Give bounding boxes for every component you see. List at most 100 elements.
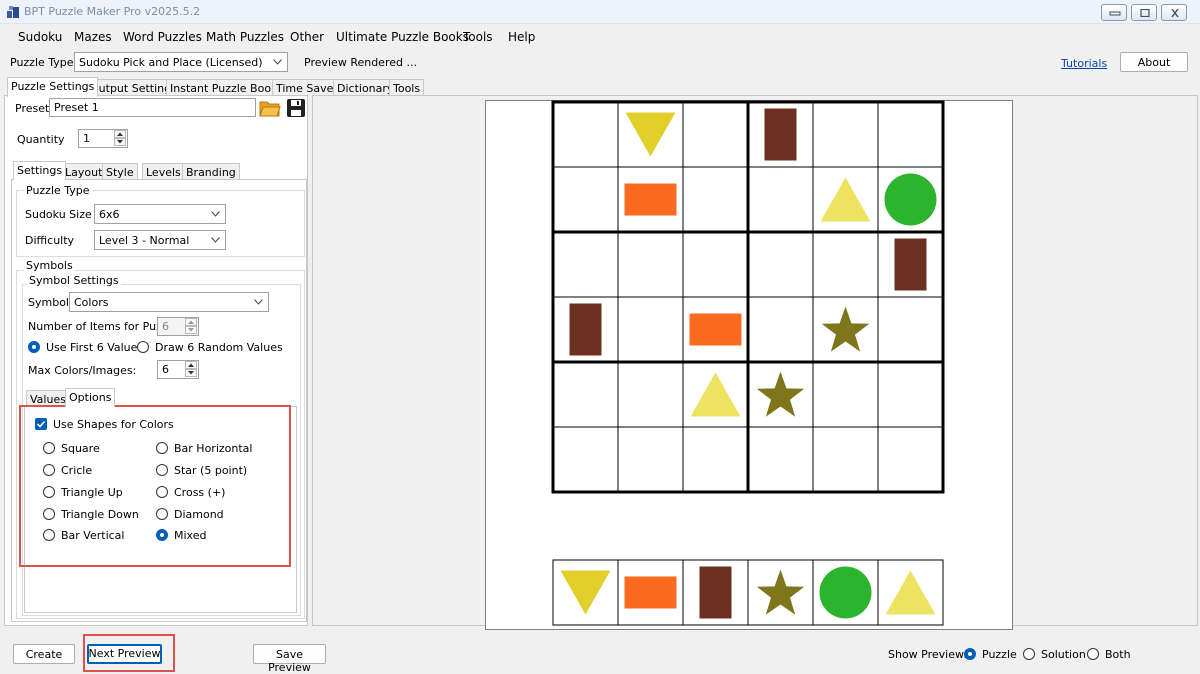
show-both-radio[interactable] bbox=[1087, 648, 1099, 660]
difficulty-select[interactable]: Level 3 - Normal bbox=[94, 230, 226, 250]
minimize-button[interactable] bbox=[1101, 4, 1127, 21]
grid-cell bbox=[877, 426, 944, 493]
circle-piece bbox=[884, 173, 937, 226]
menu-tools[interactable]: Tools bbox=[463, 30, 493, 44]
bar-vertical-piece bbox=[764, 108, 797, 161]
spin-up-icon[interactable] bbox=[185, 318, 197, 326]
menu-ultimate-puzzle-books[interactable]: Ultimate Puzzle Books bbox=[336, 30, 469, 44]
save-preview-button[interactable]: Save Preview bbox=[253, 644, 326, 674]
menu-help[interactable]: Help bbox=[508, 30, 535, 44]
menu-other[interactable]: Other bbox=[290, 30, 324, 44]
menu-mazes[interactable]: Mazes bbox=[74, 30, 112, 44]
draw-random-values-label: Draw 6 Random Values bbox=[155, 341, 283, 354]
preset-input[interactable]: Preset 1 bbox=[49, 98, 256, 117]
grid-cell bbox=[552, 166, 619, 233]
grid-cell bbox=[552, 231, 619, 298]
next-preview-highlight-box bbox=[83, 634, 175, 672]
save-icon[interactable] bbox=[286, 98, 306, 118]
grid-cell bbox=[682, 426, 749, 493]
chevron-down-icon bbox=[211, 237, 220, 243]
items-spin[interactable] bbox=[185, 318, 197, 335]
spin-up-icon[interactable] bbox=[185, 361, 197, 369]
show-solution-radio[interactable] bbox=[1023, 648, 1035, 660]
grid-cell bbox=[747, 426, 814, 493]
tab-layout[interactable]: Layout bbox=[61, 163, 107, 180]
chevron-down-icon bbox=[211, 211, 220, 217]
bar-vertical-piece bbox=[699, 566, 732, 619]
symbol-value: Colors bbox=[74, 296, 109, 309]
sudoku-size-value: 6x6 bbox=[99, 208, 120, 221]
preview-status: Preview Rendered ... bbox=[304, 56, 417, 69]
grid-cell bbox=[812, 101, 879, 168]
grid-cell bbox=[812, 361, 879, 428]
show-solution-label: Solution bbox=[1041, 648, 1086, 661]
title-bar: BPT Puzzle Maker Pro v2025.5.2 bbox=[0, 0, 1200, 24]
menu-sudoku[interactable]: Sudoku bbox=[18, 30, 62, 44]
puzzle-type-value: Sudoku Pick and Place (Licensed) bbox=[79, 56, 263, 69]
circle-piece bbox=[819, 566, 872, 619]
max-colors-spin[interactable] bbox=[185, 361, 197, 378]
puzzle-type-label: Puzzle Type bbox=[10, 56, 74, 69]
draw-random-values-radio[interactable] bbox=[137, 341, 149, 353]
preset-label: Preset bbox=[15, 102, 50, 115]
max-colors-value: 6 bbox=[162, 363, 169, 376]
grid-cell bbox=[552, 361, 619, 428]
tab-time-saver[interactable]: Time Saver bbox=[272, 79, 342, 96]
spin-down-icon[interactable] bbox=[185, 326, 197, 334]
symbol-select[interactable]: Colors bbox=[69, 292, 269, 312]
puzzle-preview bbox=[551, 100, 945, 626]
tutorials-link[interactable]: Tutorials bbox=[1061, 57, 1107, 70]
about-button[interactable]: About bbox=[1120, 52, 1188, 72]
close-icon bbox=[1171, 9, 1179, 17]
difficulty-value: Level 3 - Normal bbox=[99, 234, 190, 247]
grid-cell bbox=[747, 296, 814, 363]
tab-settings[interactable]: Settings bbox=[13, 161, 67, 180]
tab-style[interactable]: Style bbox=[102, 163, 138, 180]
tab-branding[interactable]: Branding bbox=[182, 163, 240, 180]
window-title: BPT Puzzle Maker Pro v2025.5.2 bbox=[24, 5, 201, 18]
menu-word-puzzles[interactable]: Word Puzzles bbox=[123, 30, 202, 44]
app-icon bbox=[7, 6, 19, 18]
tab-puzzle-settings[interactable]: Puzzle Settings bbox=[7, 77, 99, 97]
puzzle-type-group-title: Puzzle Type bbox=[24, 184, 92, 197]
bottom-bar bbox=[0, 632, 1200, 672]
grid-cell bbox=[682, 231, 749, 298]
grid-cell bbox=[877, 361, 944, 428]
grid-cell bbox=[747, 166, 814, 233]
spin-up-icon[interactable] bbox=[114, 130, 126, 138]
folder-open-icon[interactable] bbox=[259, 98, 281, 118]
bar-vertical-piece bbox=[569, 303, 602, 356]
quantity-stepper[interactable]: 1 bbox=[78, 129, 128, 148]
use-first-values-radio[interactable] bbox=[28, 341, 40, 353]
sudoku-size-label: Sudoku Size bbox=[25, 208, 92, 221]
create-button[interactable]: Create bbox=[13, 644, 75, 664]
tab-tools[interactable]: Tools bbox=[389, 79, 425, 96]
items-for-puzzle-stepper[interactable]: 6 bbox=[157, 317, 199, 336]
show-preview-label: Show Preview: bbox=[888, 648, 968, 661]
grid-cell bbox=[682, 166, 749, 233]
maximize-icon bbox=[1140, 9, 1150, 17]
tab-levels[interactable]: Levels bbox=[142, 163, 185, 180]
sudoku-size-select[interactable]: 6x6 bbox=[94, 204, 226, 224]
close-button[interactable] bbox=[1161, 4, 1187, 21]
grid-cell bbox=[682, 101, 749, 168]
options-highlight-box bbox=[19, 405, 291, 567]
menu-math-puzzles[interactable]: Math Puzzles bbox=[206, 30, 284, 44]
grid-cell bbox=[617, 426, 684, 493]
show-puzzle-radio[interactable] bbox=[964, 648, 976, 660]
symbol-label: Symbol bbox=[28, 296, 69, 309]
puzzle-type-select[interactable]: Sudoku Pick and Place (Licensed) bbox=[74, 52, 288, 72]
tab-dictionary[interactable]: Dictionary bbox=[333, 79, 398, 96]
tab-instant-puzzle-books[interactable]: Instant Puzzle Books bbox=[166, 79, 288, 96]
maximize-button[interactable] bbox=[1131, 4, 1157, 21]
spin-down-icon[interactable] bbox=[185, 369, 197, 377]
max-colors-stepper[interactable]: 6 bbox=[157, 360, 199, 379]
bar-horizontal-piece bbox=[689, 313, 742, 346]
tab-options[interactable]: Options bbox=[65, 388, 116, 407]
grid-cell bbox=[812, 231, 879, 298]
minimize-icon bbox=[1109, 11, 1121, 16]
symbol-settings-title: Symbol Settings bbox=[27, 274, 121, 287]
difficulty-label: Difficulty bbox=[25, 234, 75, 247]
quantity-spin[interactable] bbox=[114, 130, 126, 147]
spin-down-icon[interactable] bbox=[114, 138, 126, 146]
